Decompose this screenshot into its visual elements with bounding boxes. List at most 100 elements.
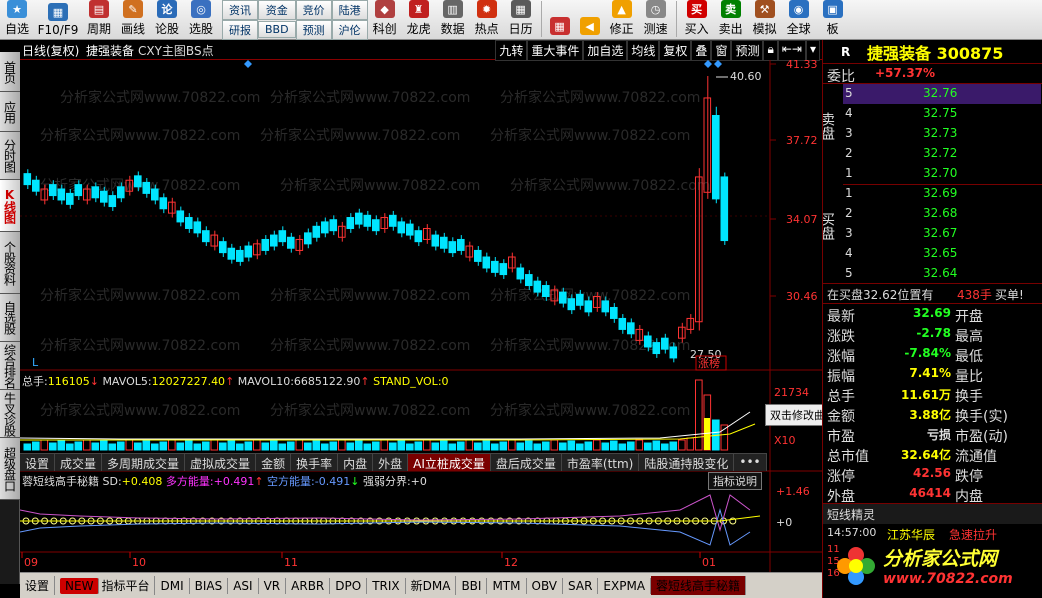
- indicator-tab-0[interactable]: 设置: [20, 576, 56, 595]
- candle-body: [159, 197, 168, 210]
- auction-button[interactable]: 竞价: [295, 0, 332, 20]
- grid-view-button[interactable]: ▦: [545, 0, 575, 39]
- volume-bar: [40, 439, 49, 451]
- board-button[interactable]: ▣ 板: [816, 0, 850, 39]
- toolbar-label: 日历: [508, 22, 533, 36]
- indicator-tab-6[interactable]: ARBR: [286, 577, 331, 594]
- fund-button[interactable]: 资金: [258, 0, 296, 20]
- indicator-tab-10[interactable]: BBI: [456, 577, 488, 594]
- volume-tab-8[interactable]: AI立桩成交量: [408, 454, 491, 471]
- hk-connect-button[interactable]: 陆港: [331, 0, 368, 20]
- ask-row[interactable]: 2 32.72: [843, 144, 1041, 164]
- back-arrow-button[interactable]: ◀: [575, 0, 605, 39]
- volume-tab-6[interactable]: 内盘: [338, 454, 374, 471]
- left-tab-2[interactable]: 分时图: [0, 132, 20, 180]
- volume-tab-3[interactable]: 虚拟成交量: [185, 454, 257, 471]
- news-button[interactable]: 资讯: [222, 0, 258, 20]
- volume-bar: [83, 439, 91, 451]
- left-tab-6[interactable]: 综合排名: [0, 342, 20, 390]
- left-tab-0[interactable]: 首页: [0, 52, 20, 92]
- bid-row[interactable]: 3 32.67: [843, 224, 1041, 244]
- watermark-text: 分析家公式网www.70822.com: [490, 402, 690, 419]
- indicator-tab-2[interactable]: DMI: [155, 577, 190, 594]
- indicator-tab-15[interactable]: 蓉短线高手秘籍: [651, 576, 747, 595]
- price-axis-label: 34.07: [786, 213, 818, 226]
- left-tab-7[interactable]: 牛叉诊股: [0, 390, 20, 438]
- star-market-button[interactable]: ◆ 科创: [368, 0, 402, 39]
- volume-tab-0[interactable]: 设置: [20, 454, 56, 471]
- candle-body: [397, 221, 406, 234]
- indicator-tab-3[interactable]: BIAS: [190, 577, 229, 594]
- indicator-tab-9[interactable]: 新DMA: [406, 576, 457, 595]
- left-tab-4[interactable]: 个股资料: [0, 232, 20, 294]
- stock-pick-button[interactable]: ◎ 选股: [184, 0, 218, 39]
- kline-chart-panel[interactable]: 日线(复权) 捷强装备 CXY主图BS点 九转 重大事件 加自选 均线 复权叠窗预测 🔒︎…: [20, 40, 863, 572]
- chart-canvas[interactable]: 分析家公式网www.70822.com 分析家公式网www.70822.com 分析…: [20, 40, 822, 572]
- discuss-button[interactable]: 论论股: [150, 0, 184, 39]
- ask-side-label: 卖盘: [822, 112, 835, 140]
- event-diamond-icon[interactable]: [714, 60, 722, 68]
- indicator-tab-1[interactable]: NEW 指标平台: [55, 576, 156, 595]
- candle-body: [23, 173, 32, 186]
- volume-tab-1[interactable]: 成交量: [55, 454, 103, 471]
- indicator-tab-11[interactable]: MTM: [487, 577, 527, 594]
- bid-row[interactable]: 5 32.64: [843, 264, 1041, 284]
- volume-tab-4[interactable]: 金额: [256, 454, 292, 471]
- event-diamond-icon[interactable]: [704, 60, 712, 68]
- bbd-button[interactable]: BBD: [258, 21, 296, 38]
- left-tab-8[interactable]: 超级盘口: [0, 438, 20, 500]
- toolbar-separator: [675, 1, 677, 37]
- volume-tab-11[interactable]: 陆股通持股变化: [639, 454, 735, 471]
- data-button[interactable]: ▥ 数据: [436, 0, 470, 39]
- sell-button[interactable]: 卖卖出: [714, 0, 748, 39]
- indicator-tab-13[interactable]: SAR: [563, 577, 599, 594]
- volume-tab-2[interactable]: 多周期成交量: [102, 454, 186, 471]
- volume-tab-5[interactable]: 换手率: [291, 454, 339, 471]
- dragon-tiger-button[interactable]: ♜ 龙虎: [402, 0, 436, 39]
- indicator-tab-7[interactable]: DPO: [330, 577, 368, 594]
- forecast-button[interactable]: 预测: [295, 20, 332, 40]
- indicator-help-button[interactable]: 指标说明: [708, 472, 762, 490]
- hotspot-button[interactable]: ✹ 热点: [470, 0, 504, 39]
- ask-row[interactable]: 4 32.75: [843, 104, 1041, 124]
- shanghai-london-button[interactable]: 沪伦: [331, 20, 368, 40]
- indicator-tab-8[interactable]: TRIX: [367, 577, 406, 594]
- candle-body: [652, 342, 661, 355]
- ask-row[interactable]: 1 32.70: [843, 164, 1041, 184]
- speed-test-button[interactable]: ◷ 测速: [639, 0, 673, 39]
- refresh-button[interactable]: ▲ 修正: [605, 0, 639, 39]
- calendar-button[interactable]: ▦ 日历: [504, 0, 538, 39]
- volume-tab-10[interactable]: 市盈率(ttm): [561, 454, 640, 471]
- ask-row[interactable]: 5 32.76: [843, 84, 1041, 104]
- left-tab-5[interactable]: 自选股: [0, 294, 20, 342]
- left-tab-3[interactable]: K线图: [0, 180, 20, 232]
- bid-row[interactable]: 2 32.68: [843, 204, 1041, 224]
- toolbar-separator: [540, 1, 542, 37]
- stat-label-right: 跌停: [955, 469, 983, 485]
- event-diamond-icon[interactable]: [244, 60, 252, 68]
- research-report-button[interactable]: 研报: [222, 20, 258, 40]
- ask-row[interactable]: 3 32.73: [843, 124, 1041, 144]
- buy-button[interactable]: 买买入: [680, 0, 714, 39]
- volume-tab-9[interactable]: 盘后成交量: [490, 454, 562, 471]
- indicator-tab-label: 指标平台: [101, 579, 150, 593]
- site-logo: 分析家公式网 www.70822.com: [833, 538, 1042, 593]
- volume-tab-12[interactable]: •••: [734, 454, 767, 471]
- globe-button[interactable]: ◉ 全球: [782, 0, 816, 39]
- indicator-tab-12[interactable]: OBV: [527, 577, 564, 594]
- volume-tab-7[interactable]: 外盘: [373, 454, 409, 471]
- bid-row[interactable]: 1 32.69: [843, 184, 1041, 204]
- volume-bar: [380, 439, 389, 451]
- volume-indicator-tabs: 设置 成交量 多周期成交量 虚拟成交量 金额 换手率 内盘 外盘 AI立桩成交量 盘后成交量 市盈率…: [20, 453, 767, 471]
- indicator-tab-5[interactable]: VR: [259, 577, 287, 594]
- indicator-tab-4[interactable]: ASI: [228, 577, 259, 594]
- favorites-button[interactable]: ★ 自选: [0, 0, 34, 39]
- period-button[interactable]: ▤ 周期: [82, 0, 116, 39]
- volume-bar: [516, 442, 525, 451]
- f10-button[interactable]: ▦ F10/F9: [34, 0, 82, 39]
- bid-row[interactable]: 4 32.65: [843, 244, 1041, 264]
- left-tab-1[interactable]: 应用: [0, 92, 20, 132]
- draw-line-button[interactable]: ✎ 画线: [116, 0, 150, 39]
- simulate-button[interactable]: ⚒ 模拟: [748, 0, 782, 39]
- indicator-tab-14[interactable]: EXPMA: [598, 577, 652, 594]
